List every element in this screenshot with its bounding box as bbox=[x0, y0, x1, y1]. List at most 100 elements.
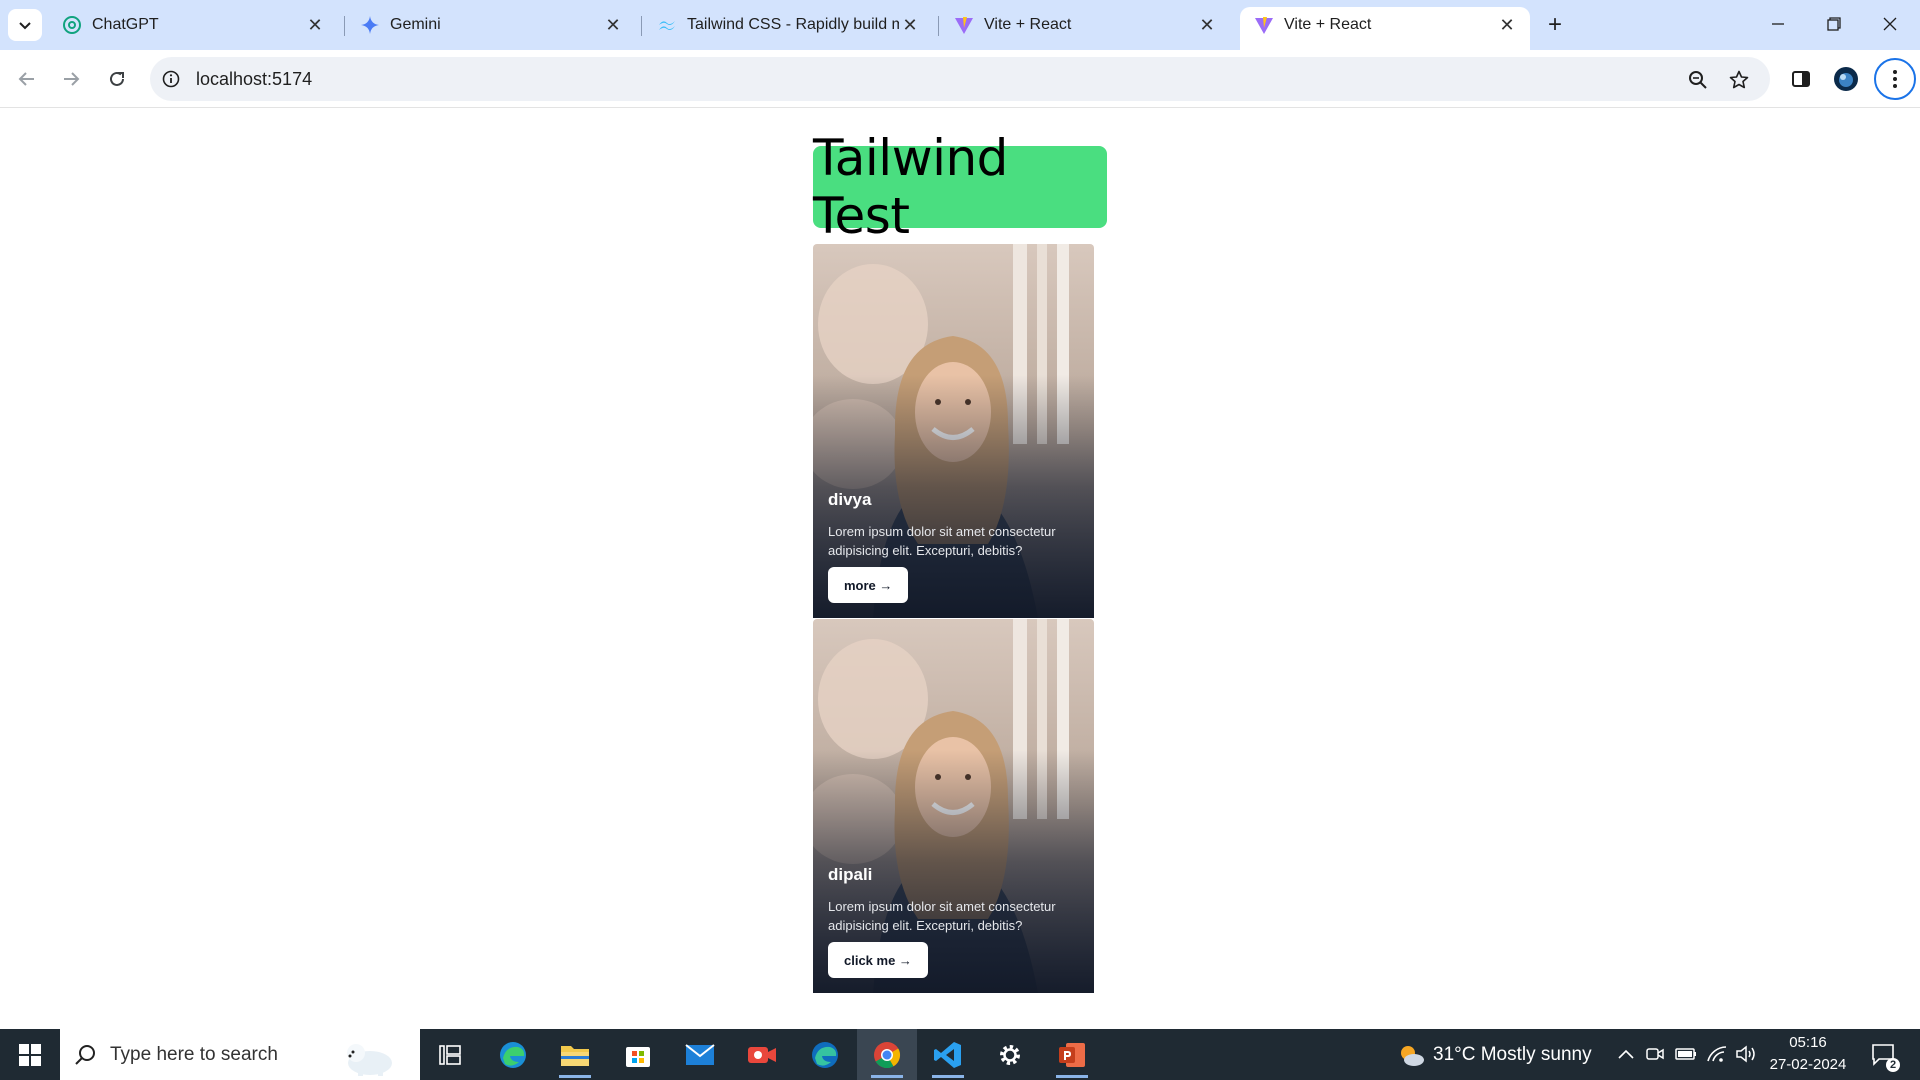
close-icon[interactable]: ✕ bbox=[1196, 14, 1218, 36]
weather-text[interactable]: 31°C Mostly sunny bbox=[1433, 1029, 1592, 1080]
chrome-icon bbox=[874, 1041, 901, 1068]
card-description: Lorem ipsum dolor sit amet consectetur a… bbox=[828, 899, 1056, 933]
minimize-icon bbox=[1772, 23, 1784, 25]
tailwind-icon bbox=[657, 15, 677, 35]
vite-icon bbox=[954, 15, 974, 35]
card-click-me-button[interactable]: click me → bbox=[828, 942, 928, 978]
heading-banner: Tailwind Test bbox=[813, 129, 1107, 245]
volume-icon[interactable] bbox=[1734, 1042, 1758, 1066]
tab-title: ChatGPT bbox=[92, 16, 159, 33]
bookmark-star-icon[interactable] bbox=[1727, 68, 1751, 92]
edge-dev-app[interactable] bbox=[795, 1029, 855, 1080]
chatgpt-icon bbox=[62, 15, 82, 35]
gemini-icon bbox=[360, 15, 380, 35]
back-button[interactable] bbox=[10, 62, 44, 96]
reload-button[interactable] bbox=[100, 62, 134, 96]
tab-chatgpt[interactable]: ChatGPT ✕ bbox=[48, 7, 338, 43]
search-placeholder: Type here to search bbox=[110, 1043, 278, 1065]
task-view-icon bbox=[439, 1044, 461, 1065]
clock-date: 27-02-2024 bbox=[1769, 1056, 1847, 1073]
close-window-button[interactable] bbox=[1862, 0, 1918, 48]
settings-app[interactable] bbox=[980, 1029, 1040, 1080]
profile-avatar[interactable] bbox=[1830, 63, 1862, 95]
tab-title: Vite + React bbox=[984, 16, 1072, 33]
card-name: dipali bbox=[828, 865, 873, 884]
close-icon[interactable]: ✕ bbox=[899, 14, 921, 36]
new-tab-button[interactable]: + bbox=[1541, 11, 1569, 39]
close-icon[interactable]: ✕ bbox=[1496, 14, 1518, 36]
windows-logo-icon bbox=[19, 1043, 41, 1066]
polar-bear-icon bbox=[347, 1044, 392, 1076]
vite-icon bbox=[1254, 15, 1274, 35]
tab-tailwind[interactable]: Tailwind CSS - Rapidly build mo ✕ bbox=[643, 7, 933, 43]
site-info-icon[interactable] bbox=[160, 68, 182, 90]
wifi-icon[interactable] bbox=[1705, 1042, 1729, 1066]
tab-title: Vite + React bbox=[1284, 16, 1372, 33]
store-app[interactable] bbox=[608, 1029, 668, 1080]
tab-separator bbox=[344, 16, 345, 36]
close-icon[interactable]: ✕ bbox=[304, 14, 326, 36]
close-icon bbox=[1883, 17, 1897, 31]
task-view-button[interactable] bbox=[420, 1029, 480, 1080]
card-more-button[interactable]: more → bbox=[828, 567, 909, 603]
clock[interactable]: 05:16 27-02-2024 bbox=[1760, 1032, 1856, 1076]
tab-gemini[interactable]: Gemini ✕ bbox=[346, 7, 636, 43]
side-panel-button[interactable] bbox=[1785, 63, 1817, 95]
windows-taskbar: Type here to search 31°C Mostly sunny 05… bbox=[0, 1029, 1920, 1080]
tab-title: Gemini bbox=[390, 16, 441, 33]
tab-separator bbox=[641, 16, 642, 36]
avatar bbox=[1834, 67, 1858, 91]
chrome-app[interactable] bbox=[857, 1029, 917, 1080]
arrow-right-icon bbox=[64, 72, 80, 86]
forward-button[interactable] bbox=[54, 62, 88, 96]
file-explorer-app[interactable] bbox=[545, 1029, 605, 1080]
start-button[interactable] bbox=[0, 1029, 60, 1080]
profile-card: divya Lorem ipsum dolor sit amet consect… bbox=[813, 244, 1094, 618]
tab-strip: ChatGPT ✕ Gemini ✕ Tailwind CSS - Rapidl… bbox=[0, 0, 1920, 50]
restore-icon bbox=[1827, 17, 1841, 31]
zoom-icon[interactable] bbox=[1686, 68, 1710, 92]
meet-now-icon[interactable] bbox=[1643, 1042, 1667, 1066]
tab-vite-react[interactable]: Vite + React ✕ bbox=[940, 7, 1230, 43]
clock-time: 05:16 bbox=[1789, 1034, 1827, 1051]
browser-toolbar: localhost:5174 bbox=[0, 50, 1920, 108]
chevron-up-icon[interactable] bbox=[1614, 1042, 1638, 1066]
restore-button[interactable] bbox=[1806, 0, 1862, 48]
battery-icon[interactable] bbox=[1674, 1042, 1698, 1066]
mail-icon bbox=[685, 1043, 715, 1065]
gear-icon bbox=[1000, 1044, 1020, 1065]
weather-icon[interactable] bbox=[1397, 1041, 1425, 1069]
tab-title: Tailwind CSS - Rapidly build mo bbox=[687, 16, 899, 33]
card-description: Lorem ipsum dolor sit amet consectetur a… bbox=[828, 524, 1056, 558]
profile-card: dipali Lorem ipsum dolor sit amet consec… bbox=[813, 619, 1094, 993]
url-text[interactable]: localhost:5174 bbox=[196, 69, 312, 90]
notification-center-button[interactable]: 2 bbox=[1868, 1040, 1900, 1072]
powerpoint-icon bbox=[1059, 1042, 1085, 1067]
card-name: divya bbox=[828, 490, 872, 509]
browser-menu-button[interactable] bbox=[1874, 58, 1916, 100]
address-bar[interactable]: localhost:5174 bbox=[150, 57, 1770, 101]
notification-badge: 2 bbox=[1886, 1058, 1900, 1072]
store-icon bbox=[626, 1046, 650, 1067]
camera-app[interactable] bbox=[732, 1029, 792, 1080]
arrow-left-icon bbox=[18, 72, 34, 86]
page-content: Tailwind Test divya Lorem ipsum dolor si… bbox=[0, 109, 1920, 1029]
side-panel-icon bbox=[1792, 71, 1810, 87]
video-camera-icon bbox=[748, 1046, 776, 1063]
card-gradient-overlay bbox=[813, 244, 1094, 618]
edge-app[interactable] bbox=[483, 1029, 543, 1080]
chevron-down-icon bbox=[19, 22, 31, 30]
powerpoint-app[interactable] bbox=[1042, 1029, 1102, 1080]
reload-icon bbox=[110, 71, 124, 86]
vscode-app[interactable] bbox=[918, 1029, 978, 1080]
kebab-menu-icon bbox=[1893, 70, 1897, 88]
tab-search-button[interactable] bbox=[8, 9, 42, 41]
minimize-button[interactable] bbox=[1750, 0, 1806, 48]
taskbar-search[interactable]: Type here to search bbox=[60, 1029, 420, 1080]
mail-app[interactable] bbox=[670, 1029, 730, 1080]
vscode-icon bbox=[934, 1041, 961, 1068]
close-icon[interactable]: ✕ bbox=[602, 14, 624, 36]
edge-icon bbox=[500, 1041, 526, 1068]
tab-separator bbox=[938, 16, 939, 36]
tab-vite-react-active[interactable]: Vite + React ✕ bbox=[1240, 7, 1530, 50]
